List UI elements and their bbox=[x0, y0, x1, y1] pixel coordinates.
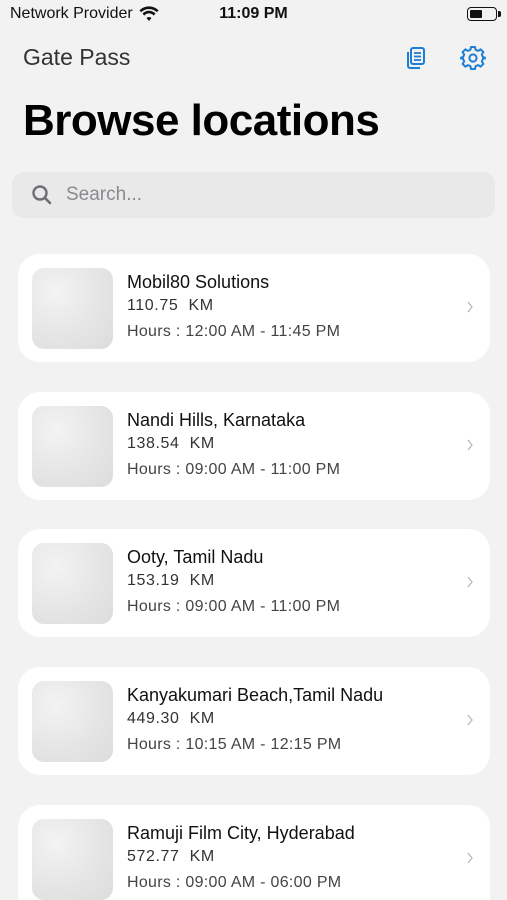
location-distance: 110.75 KM bbox=[127, 297, 214, 314]
location-card[interactable]: Ooty, Tamil Nadu 153.19 KM Hours : 09:00… bbox=[18, 529, 490, 637]
location-name: Mobil80 Solutions bbox=[127, 272, 270, 292]
location-thumbnail bbox=[32, 819, 113, 900]
chevron-right-icon bbox=[467, 714, 473, 726]
location-distance: 449.30 KM bbox=[127, 710, 215, 727]
location-name: Kanyakumari Beach,Tamil Nadu bbox=[127, 685, 384, 705]
battery-icon bbox=[467, 7, 501, 21]
location-distance: 572.77 KM bbox=[127, 848, 215, 865]
status-bar: Network Provider 11:09 PM bbox=[0, 0, 507, 30]
location-thumbnail bbox=[32, 543, 113, 624]
location-card[interactable]: Kanyakumari Beach,Tamil Nadu 449.30 KM H… bbox=[18, 667, 490, 775]
location-thumbnail bbox=[32, 681, 113, 762]
location-hours: Hours : 09:00 AM - 06:00 PM bbox=[127, 874, 342, 891]
chevron-right-icon bbox=[467, 852, 473, 864]
documents-icon[interactable] bbox=[402, 44, 430, 72]
nav-bar: Gate Pass bbox=[0, 40, 507, 76]
location-distance: 153.19 KM bbox=[127, 572, 215, 589]
app-title: Gate Pass bbox=[23, 44, 131, 70]
location-card[interactable]: Mobil80 Solutions 110.75 KM Hours : 12:0… bbox=[18, 254, 490, 362]
chevron-right-icon bbox=[467, 301, 473, 313]
location-name: Ramuji Film City, Hyderabad bbox=[127, 823, 355, 843]
location-distance: 138.54 KM bbox=[127, 435, 215, 452]
gear-icon[interactable] bbox=[459, 44, 487, 72]
location-hours: Hours : 10:15 AM - 12:15 PM bbox=[127, 736, 342, 753]
location-card[interactable]: Nandi Hills, Karnataka 138.54 KM Hours :… bbox=[18, 392, 490, 500]
location-card[interactable]: Ramuji Film City, Hyderabad 572.77 KM Ho… bbox=[18, 805, 490, 900]
location-name: Nandi Hills, Karnataka bbox=[127, 410, 306, 430]
location-hours: Hours : 09:00 AM - 11:00 PM bbox=[127, 461, 341, 478]
location-hours: Hours : 09:00 AM - 11:00 PM bbox=[127, 598, 341, 615]
location-thumbnail bbox=[32, 406, 113, 487]
search-input[interactable] bbox=[66, 182, 486, 208]
status-time: 11:09 PM bbox=[219, 5, 288, 22]
page-title: Browse locations bbox=[23, 96, 380, 145]
battery-level bbox=[470, 10, 482, 18]
search-icon bbox=[32, 185, 52, 205]
location-thumbnail bbox=[32, 268, 113, 349]
chevron-right-icon bbox=[467, 439, 473, 451]
location-hours: Hours : 12:00 AM - 11:45 PM bbox=[127, 323, 341, 340]
search-bar[interactable] bbox=[12, 172, 495, 218]
location-name: Ooty, Tamil Nadu bbox=[127, 547, 264, 567]
chevron-right-icon bbox=[467, 576, 473, 588]
